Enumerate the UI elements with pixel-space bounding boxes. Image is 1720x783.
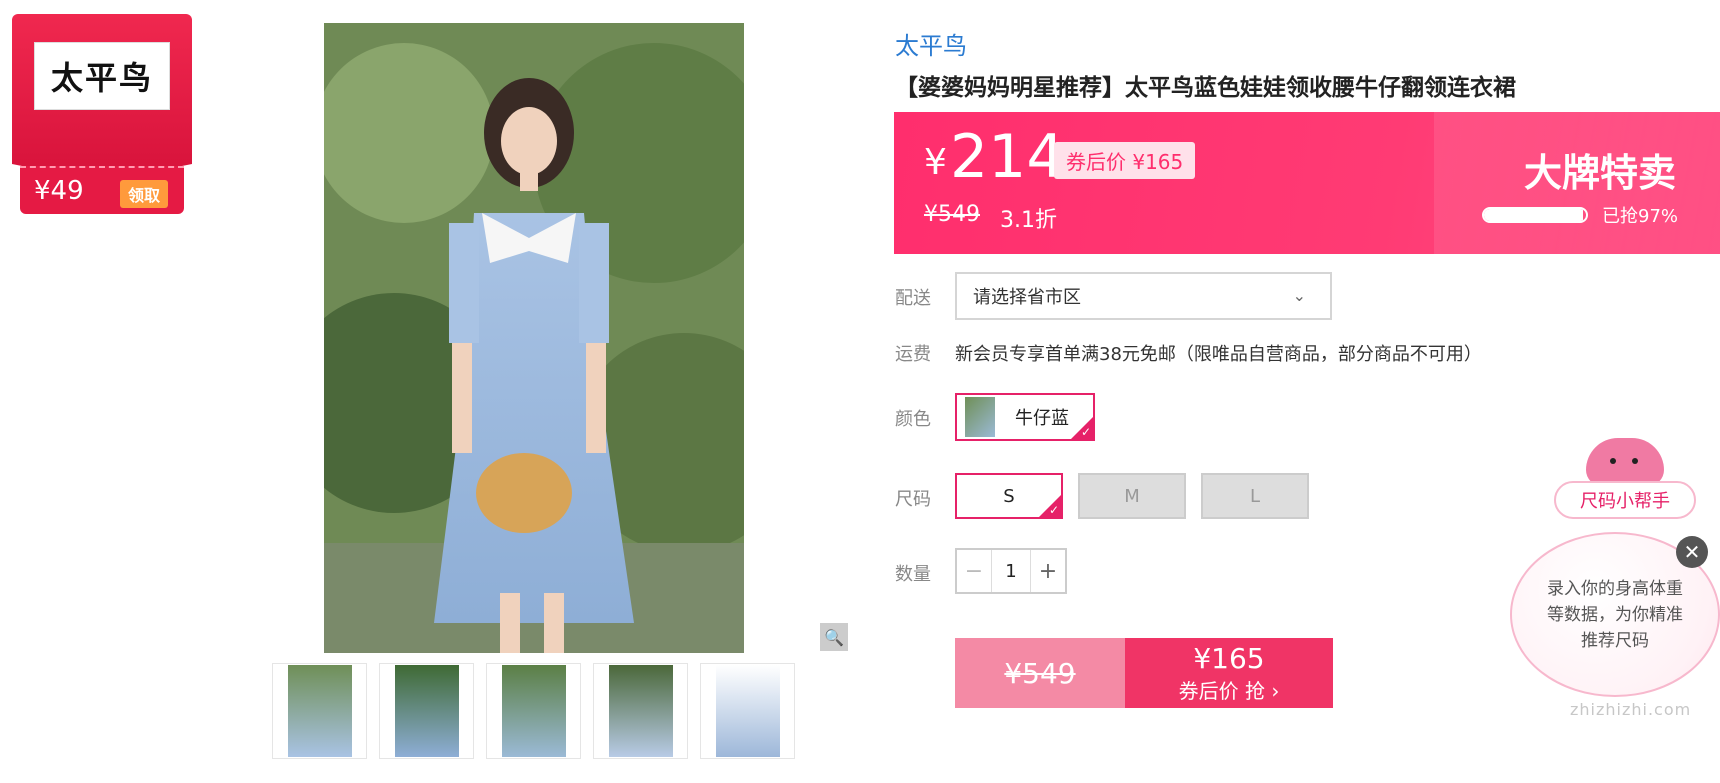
thumbnail-5[interactable] — [700, 663, 795, 759]
size-label: 尺码 — [895, 489, 931, 510]
watermark: zhizhizhi.com — [1570, 700, 1692, 719]
progress-bar — [1482, 207, 1588, 223]
buy-price: ¥165 — [1193, 642, 1265, 675]
search-icon: 🔍 — [824, 627, 844, 647]
delivery-label: 配送 — [895, 288, 931, 309]
thumbnail-3[interactable] — [486, 663, 581, 759]
coupon-amount: ¥49 — [34, 176, 84, 206]
product-main-image[interactable] — [324, 23, 744, 653]
buy-action-label: 券后价 抢 › — [1178, 679, 1280, 703]
size-option-m[interactable]: M — [1078, 473, 1186, 519]
color-label: 颜色 — [895, 409, 931, 430]
plus-button[interactable]: + — [1031, 550, 1065, 592]
chevron-down-icon: ⌄ — [1292, 286, 1306, 305]
size-option-s[interactable]: S ✓ — [955, 473, 1063, 519]
buy-button[interactable]: ¥549 ¥165 券后价 抢 › — [955, 638, 1333, 708]
color-option[interactable]: 牛仔蓝 ✓ — [955, 393, 1095, 441]
product-page: 太平鸟 ¥49 领取 🔍 太平鸟 【婆婆妈妈明星推荐】太平鸟蓝色娃娃领收腰牛仔翻… — [0, 0, 1720, 783]
current-price: 214 — [950, 122, 1065, 192]
color-thumbnail — [965, 397, 995, 437]
product-title: 【婆婆妈妈明星推荐】太平鸟蓝色娃娃领收腰牛仔翻领连衣裙 — [895, 75, 1516, 101]
sold-text: 已抢97% — [1602, 206, 1679, 227]
size-option-l[interactable]: L — [1201, 473, 1309, 519]
brand-logo: 太平鸟 — [34, 42, 170, 110]
quantity-value[interactable]: 1 — [991, 550, 1031, 592]
coupon-body: ¥49 领取 — [20, 166, 184, 214]
sold-progress: 已抢97% — [1482, 202, 1678, 228]
mascot-icon — [1586, 438, 1664, 486]
size-helper-title[interactable]: 尺码小帮手 — [1554, 481, 1696, 519]
original-price: ¥549 — [924, 202, 980, 227]
shipping-label: 运费 — [895, 344, 931, 365]
thumbnail-4[interactable] — [593, 663, 688, 759]
size-option-label: M — [1124, 485, 1140, 507]
quantity-stepper: − 1 + — [955, 548, 1067, 594]
check-icon: ✓ — [1048, 503, 1059, 517]
zoom-button[interactable]: 🔍 — [820, 623, 848, 651]
size-option-label: L — [1249, 485, 1261, 507]
price-banner: ¥ 214 券后价 ¥165 ¥549 3.1折 大牌特卖 已抢97% — [894, 112, 1720, 254]
progress-fill — [1484, 209, 1583, 221]
quantity-label: 数量 — [895, 564, 931, 585]
color-option-label: 牛仔蓝 — [1015, 408, 1069, 429]
shipping-text: 新会员专享首单满38元免邮（限唯品自营商品，部分商品不可用） — [955, 344, 1482, 365]
brand-link[interactable]: 太平鸟 — [895, 26, 967, 61]
brand-logo-text: 太平鸟 — [50, 59, 153, 97]
price-currency: ¥ — [924, 142, 947, 183]
thumbnail-1[interactable] — [272, 663, 367, 759]
buy-original-price: ¥549 — [955, 638, 1125, 708]
region-select[interactable]: 请选择省市区 ⌄ — [955, 272, 1332, 320]
coupon-claim-button[interactable]: 领取 — [119, 180, 168, 208]
discount-label: 3.1折 — [1000, 208, 1057, 233]
thumbnail-2[interactable] — [379, 663, 474, 759]
check-icon: ✓ — [1080, 425, 1091, 439]
buy-coupon-price[interactable]: ¥165 券后价 抢 › — [1125, 638, 1333, 708]
coupon-header: 太平鸟 — [12, 14, 192, 182]
sale-title: 大牌特卖 — [1523, 151, 1676, 195]
size-option-label: S — [1003, 485, 1015, 507]
product-photo — [324, 23, 744, 653]
coupon-card[interactable]: 太平鸟 ¥49 领取 — [12, 14, 192, 219]
minus-button[interactable]: − — [957, 550, 991, 592]
size-helper-text: 录入你的身高体重等数据，为你精准推荐尺码 — [1547, 578, 1683, 651]
after-coupon-tag: 券后价 ¥165 — [1054, 142, 1196, 179]
region-select-value: 请选择省市区 — [973, 287, 1081, 308]
thumbnail-strip — [272, 663, 795, 759]
close-icon[interactable]: ✕ — [1676, 536, 1708, 568]
